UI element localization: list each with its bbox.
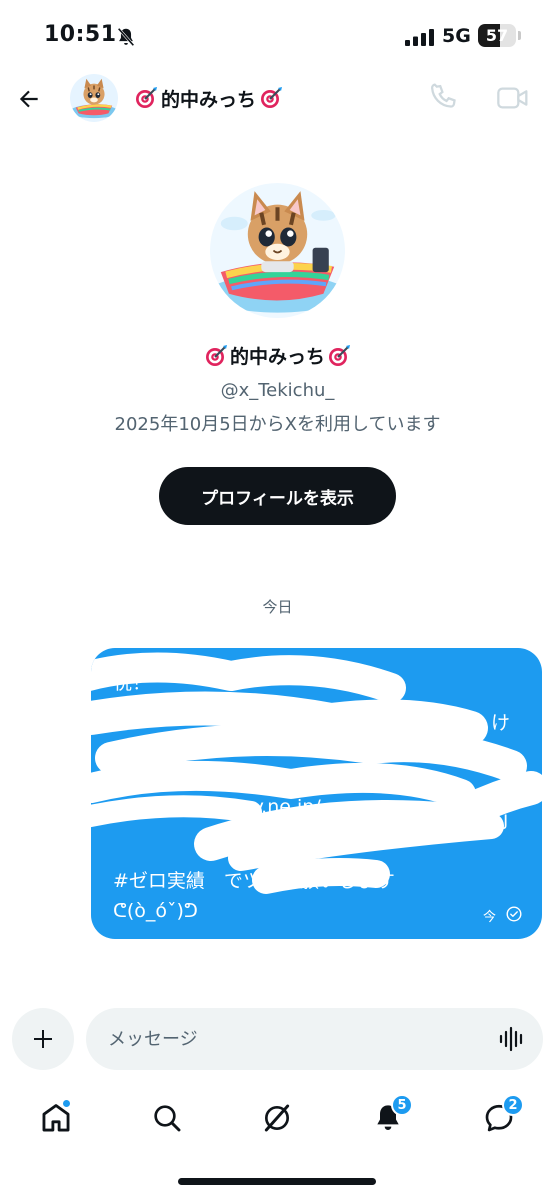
cat-boat-avatar-icon: [70, 74, 118, 122]
nav-grok[interactable]: [255, 1096, 299, 1140]
date-divider: 今日: [262, 598, 293, 616]
profile-display-name: 的中みっち: [0, 342, 555, 369]
video-call-icon[interactable]: [495, 82, 531, 114]
home-badge-dot: [62, 1099, 71, 1108]
sent-check-icon: [506, 906, 522, 922]
grok-icon: [264, 1104, 290, 1132]
message-text-line: ay.ne.jp/: [241, 796, 321, 818]
messages-badge: 2: [502, 1094, 524, 1116]
message-text-line: け: [491, 712, 511, 734]
message-timestamp: 今: [483, 910, 497, 925]
bottom-nav: 5 2: [0, 1086, 555, 1150]
search-icon: [154, 1105, 181, 1132]
nav-home[interactable]: [34, 1096, 78, 1140]
message-bubble[interactable]: 祝！ け ay.ne.jp/ j #ゼロ実績 でツ お願いします ᕦ(ò_óˇ)…: [91, 648, 542, 939]
nav-search[interactable]: [145, 1096, 189, 1140]
cat-boat-avatar-icon: [210, 183, 345, 318]
battery-icon: 57: [478, 24, 516, 47]
battery-nub: [518, 31, 521, 40]
message-text-line: #ゼロ実績 でツ お願いします: [113, 870, 395, 892]
status-time: 10:51: [44, 22, 117, 47]
back-button[interactable]: [10, 80, 48, 118]
signal-icon: [405, 29, 434, 46]
nav-messages[interactable]: 2: [477, 1094, 524, 1140]
bell-muted-icon: [117, 27, 135, 47]
voice-waveform-icon[interactable]: [497, 1024, 527, 1054]
add-attachment-button[interactable]: [12, 1008, 74, 1070]
profile-name-text: 的中みっち: [229, 346, 325, 368]
dart-target-icon: [136, 87, 157, 108]
arrow-left-icon: [19, 90, 38, 108]
dart-target-icon: [261, 87, 283, 108]
message-text-line: j: [503, 808, 509, 830]
view-profile-button[interactable]: プロフィールを表示: [159, 467, 396, 525]
header-name-text: 的中みっち: [161, 88, 257, 111]
phone-call-icon[interactable]: [428, 82, 460, 114]
battery-level: 57: [485, 26, 509, 45]
nav-notifications[interactable]: 5: [366, 1094, 413, 1140]
message-text-line: ᕦ(ò_óˇ)ᕤ: [113, 900, 198, 922]
notifications-badge: 5: [391, 1094, 413, 1116]
dart-target-icon: [329, 344, 350, 366]
profile-avatar[interactable]: [210, 183, 345, 318]
plus-icon: [34, 1030, 52, 1048]
profile-handle: @x_Tekichu_: [220, 380, 335, 401]
header-display-name[interactable]: 的中みっち: [134, 83, 283, 113]
profile-joined-date: 2025年10月5日からXを利用しています: [114, 414, 441, 435]
network-type: 5G: [442, 25, 471, 47]
home-indicator: [178, 1178, 376, 1185]
header-avatar[interactable]: [70, 74, 118, 122]
status-bar: 10:51 5G 57: [0, 0, 555, 70]
message-input[interactable]: [86, 1008, 543, 1070]
message-text-line: 祝！: [113, 672, 152, 694]
conversation-header: 的中みっち: [0, 70, 555, 128]
scribble-redaction: [91, 652, 542, 894]
dart-target-icon: [205, 344, 227, 366]
